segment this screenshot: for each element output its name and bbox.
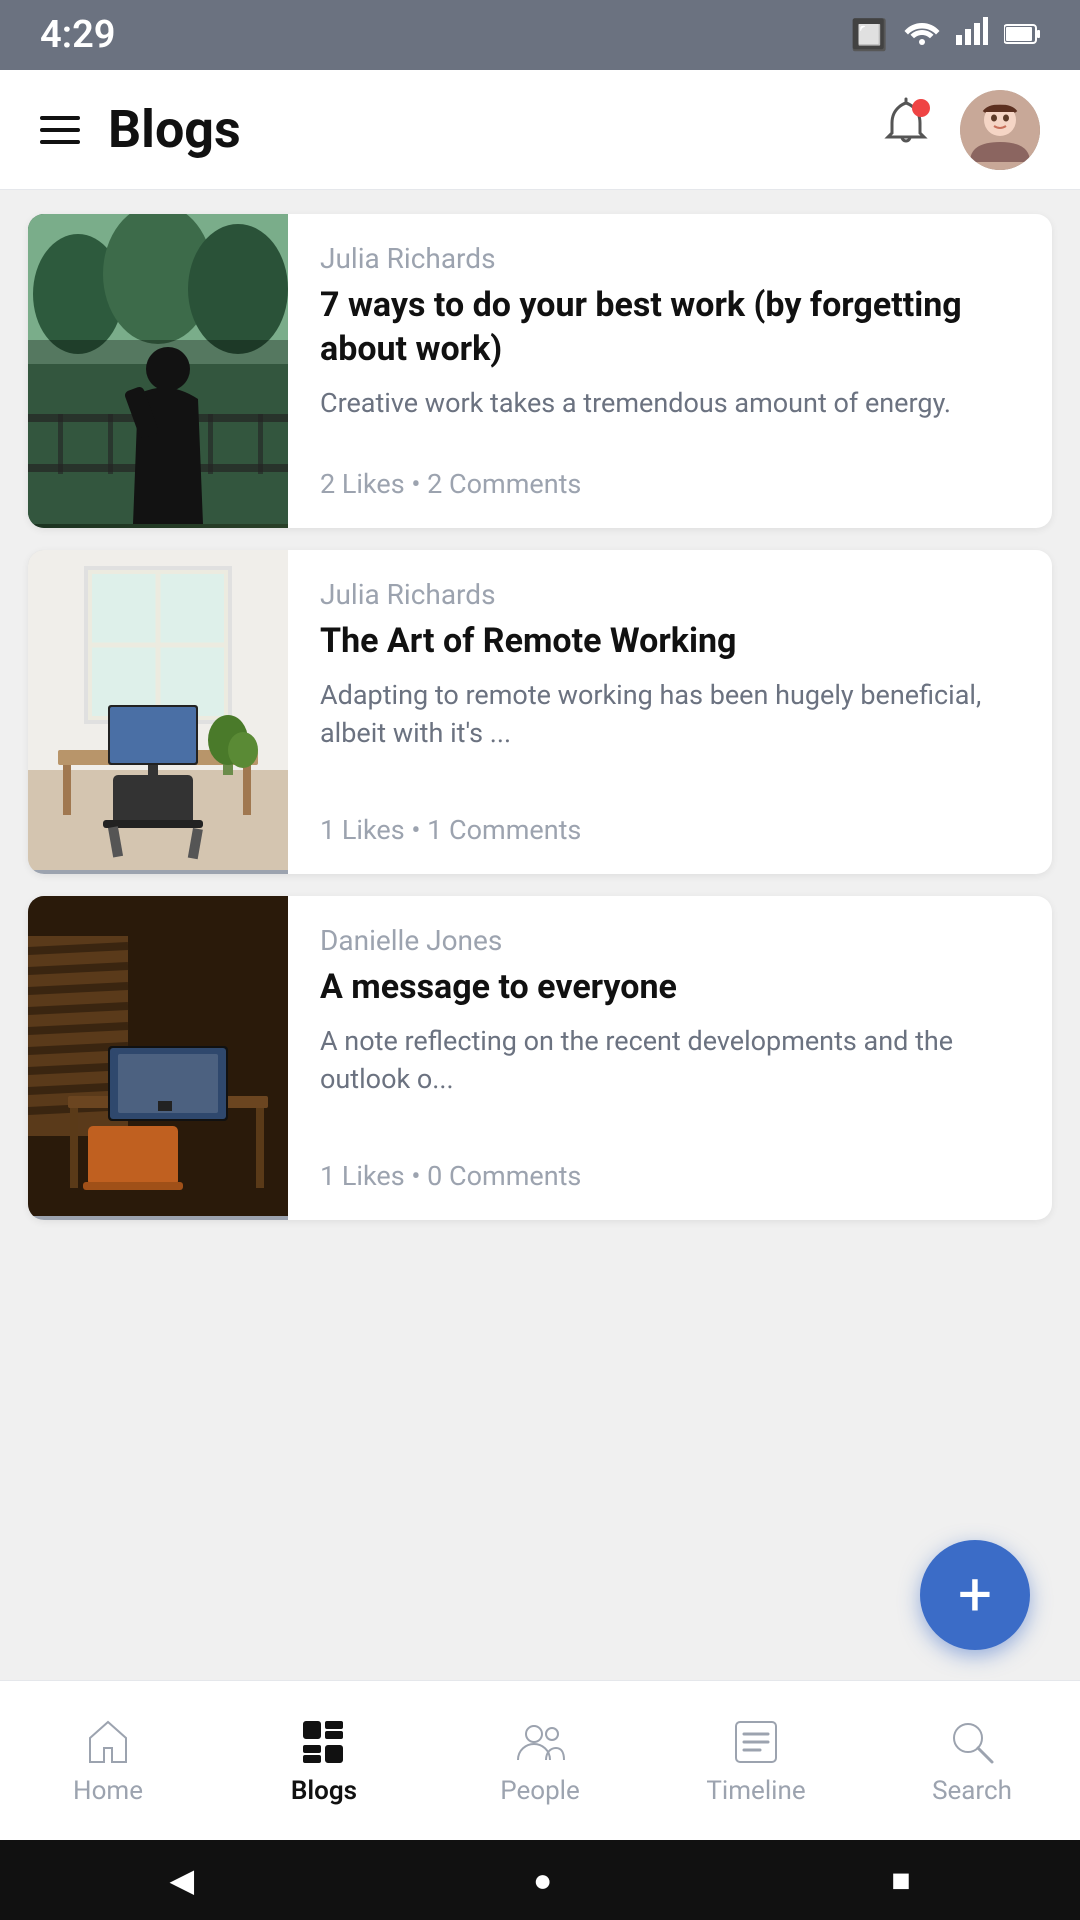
nav-item-timeline[interactable]: Timeline [648, 1716, 864, 1806]
nav-item-search[interactable]: Search [864, 1716, 1080, 1806]
app-bar-right [880, 90, 1040, 170]
blog-card-content-3: Danielle Jones A message to everyone A n… [288, 896, 1052, 1220]
nav-item-home[interactable]: Home [0, 1716, 216, 1806]
blog-author-2: Julia Richards [320, 578, 1020, 611]
nav-label-people: People [500, 1776, 580, 1806]
blog-image-3 [28, 896, 288, 1220]
nav-item-blogs[interactable]: Blogs [216, 1716, 432, 1806]
sim-icon: 🔲 [851, 18, 888, 53]
avatar[interactable] [960, 90, 1040, 170]
blog-meta-2: 1 Likes • 1 Comments [320, 814, 1020, 846]
blog-meta-1: 2 Likes • 2 Comments [320, 468, 1020, 500]
android-back-button[interactable]: ◀ [169, 1861, 194, 1899]
blog-comments-1: 2 Comments [427, 468, 581, 500]
status-bar: 4:29 🔲 [0, 0, 1080, 70]
avatar-image [960, 90, 1040, 170]
notification-button[interactable] [880, 97, 932, 162]
blogs-icon [298, 1716, 350, 1768]
people-icon [514, 1716, 566, 1768]
menu-button[interactable] [40, 116, 80, 144]
android-recent-button[interactable]: ■ [891, 1861, 910, 1899]
timeline-icon [730, 1716, 782, 1768]
bottom-nav: Home Blogs People Timeline [0, 1680, 1080, 1840]
blog-likes-2: 1 Likes [320, 814, 405, 846]
fab-plus-icon: + [958, 1565, 992, 1625]
status-icons: 🔲 [851, 17, 1040, 53]
status-time: 4:29 [40, 13, 115, 57]
blog-author-3: Danielle Jones [320, 924, 1020, 957]
blog-title-1: 7 ways to do your best work (by forgetti… [320, 283, 1020, 371]
search-icon [946, 1716, 998, 1768]
blog-likes-1: 2 Likes [320, 468, 405, 500]
battery-icon [1004, 18, 1040, 53]
nav-label-timeline: Timeline [706, 1776, 805, 1806]
blog-likes-3: 1 Likes [320, 1160, 405, 1192]
blog-comments-2: 1 Comments [427, 814, 581, 846]
blog-excerpt-1: Creative work takes a tremendous amount … [320, 385, 1020, 423]
page-title: Blogs [108, 99, 241, 160]
blog-excerpt-3: A note reflecting on the recent developm… [320, 1023, 1020, 1099]
notification-dot [912, 99, 930, 117]
blog-separator-1: • [411, 468, 427, 500]
blog-title-2: The Art of Remote Working [320, 619, 1020, 663]
blog-card[interactable]: Julia Richards 7 ways to do your best wo… [28, 214, 1052, 528]
wifi-icon [904, 17, 940, 53]
nav-label-home: Home [73, 1776, 143, 1806]
signal-icon [956, 17, 988, 53]
blog-excerpt-2: Adapting to remote working has been huge… [320, 677, 1020, 753]
blog-image-1 [28, 214, 288, 528]
app-bar: Blogs [0, 70, 1080, 190]
blog-separator-2: • [411, 814, 427, 846]
android-nav-bar: ◀ ● ■ [0, 1840, 1080, 1920]
blog-card[interactable]: Julia Richards The Art of Remote Working… [28, 550, 1052, 874]
nav-item-people[interactable]: People [432, 1716, 648, 1806]
blog-comments-3: 0 Comments [427, 1160, 581, 1192]
blog-card-content-2: Julia Richards The Art of Remote Working… [288, 550, 1052, 874]
blog-card[interactable]: Danielle Jones A message to everyone A n… [28, 896, 1052, 1220]
app-bar-left: Blogs [40, 99, 241, 160]
fab-button[interactable]: + [920, 1540, 1030, 1650]
home-icon [82, 1716, 134, 1768]
blog-title-3: A message to everyone [320, 965, 1020, 1009]
android-home-button[interactable]: ● [533, 1861, 552, 1899]
blog-separator-3: • [411, 1160, 427, 1192]
nav-label-blogs: Blogs [291, 1776, 357, 1806]
blog-image-2 [28, 550, 288, 874]
blog-list: Julia Richards 7 ways to do your best wo… [0, 190, 1080, 1680]
blog-author-1: Julia Richards [320, 242, 1020, 275]
blog-card-content-1: Julia Richards 7 ways to do your best wo… [288, 214, 1052, 528]
blog-meta-3: 1 Likes • 0 Comments [320, 1160, 1020, 1192]
nav-label-search: Search [932, 1776, 1012, 1806]
